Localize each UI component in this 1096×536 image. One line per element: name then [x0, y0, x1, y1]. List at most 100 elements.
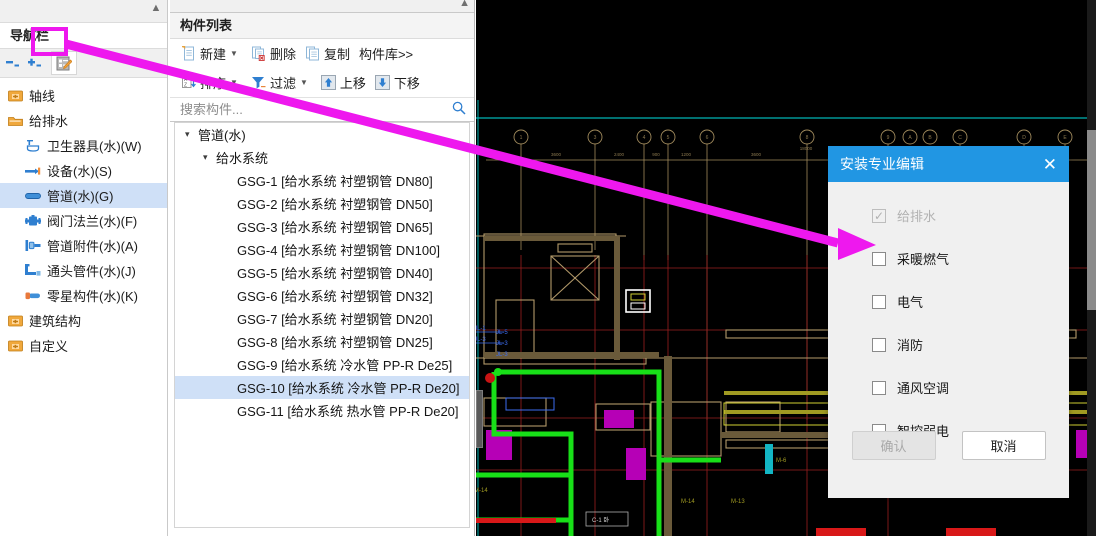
collapse-all-icon[interactable]: [4, 55, 21, 72]
install-discipline-dialog: 安装专业编辑 ✕ ✓ 给排水 采暖燃气 电气 消防 通风空调 确认 取消: [828, 146, 1069, 498]
svg-text:5: 5: [667, 135, 670, 141]
sidebar-item-misc-component[interactable]: 零星构件(水)(K): [0, 283, 167, 308]
checkbox-label: 给排水: [897, 209, 937, 224]
list-item[interactable]: GSG-9 [给水系统 冷水管 PP-R De25]: [175, 353, 469, 376]
pipe-accessory-icon: [24, 238, 42, 254]
list-item[interactable]: ▾ 给水系统: [175, 146, 469, 169]
list-item[interactable]: GSG-8 [给水系统 衬塑钢管 DN25]: [175, 330, 469, 353]
filter-label: 过滤: [269, 76, 296, 91]
list-item[interactable]: ▾ 管道(水): [175, 123, 469, 146]
checkbox-electrical[interactable]: [872, 294, 886, 309]
chevron-down-icon[interactable]: ▼: [230, 78, 238, 87]
component-toolbar-row-2: AZ 排序 ▼ 过滤 ▼ 上移 下移: [170, 68, 474, 97]
expand-all-icon[interactable]: [26, 55, 43, 72]
svg-text:JL-1: JL-1: [476, 326, 486, 332]
checkbox-row-plumbing[interactable]: ✓ 给排水: [872, 204, 1069, 227]
move-up-button[interactable]: 上移: [318, 71, 369, 94]
document-edit-icon[interactable]: [51, 51, 77, 75]
component-list-panel: ▲ 构件列表 新建 ▼ 删除 复制 构件库>> A Z 排序 ▼ 过滤 ▼ 上移…: [170, 0, 475, 536]
svg-text:6: 6: [706, 135, 709, 141]
chevron-expanded-icon[interactable]: ▾: [203, 152, 214, 163]
list-item[interactable]: GSG-6 [给水系统 衬塑钢管 DN32]: [175, 284, 469, 307]
folder-collapsed-icon: [6, 338, 24, 354]
sort-button[interactable]: AZ 排序 ▼: [178, 71, 245, 94]
list-item[interactable]: GSG-11 [给水系统 热水管 PP-R De20]: [175, 399, 469, 422]
dialog-button-bar: 确认 取消: [828, 431, 1069, 460]
list-item[interactable]: GSG-4 [给水系统 衬塑钢管 DN100]: [175, 238, 469, 261]
list-item[interactable]: GSG-1 [给水系统 衬塑钢管 DN80]: [175, 169, 469, 192]
delete-component-button[interactable]: 删除: [248, 42, 299, 65]
copy-file-icon: [305, 46, 321, 62]
list-item-selected[interactable]: GSG-10 [给水系统 冷水管 PP-R De20]: [175, 376, 469, 399]
sidebar-item-axis[interactable]: 轴线: [0, 83, 167, 108]
sidebar-item-pipe-accessory[interactable]: 管道附件(水)(A): [0, 233, 167, 258]
collapse-caret-icon[interactable]: ▲: [459, 0, 470, 9]
sidebar-item-pipe-fitting[interactable]: 通头管件(水)(J): [0, 258, 167, 283]
checkbox-row-electrical[interactable]: 电气: [872, 290, 1069, 313]
checkbox-plumbing: ✓: [872, 208, 886, 223]
svg-text:3600: 3600: [551, 152, 562, 157]
svg-text:M-6: M-6: [776, 458, 787, 464]
check-icon: ✓: [873, 208, 885, 223]
svg-text:3: 3: [594, 135, 597, 141]
copy-component-button[interactable]: 复制: [302, 42, 353, 65]
confirm-button[interactable]: 确认: [851, 431, 936, 460]
svg-text:3600: 3600: [751, 152, 762, 157]
chevron-expanded-icon[interactable]: ▾: [185, 129, 196, 140]
cancel-button[interactable]: 取消: [961, 431, 1046, 460]
search-input[interactable]: [178, 101, 452, 118]
search-icon[interactable]: [452, 101, 466, 118]
delete-file-icon: [251, 46, 267, 62]
sidebar-item-label: 零星构件(水)(K): [47, 289, 138, 304]
sidebar-item-plumbing[interactable]: 给排水: [0, 108, 167, 133]
checkbox-fire-protection[interactable]: [872, 337, 886, 352]
checkbox-row-heating-gas[interactable]: 采暖燃气: [872, 247, 1069, 270]
move-up-label: 上移: [339, 76, 366, 91]
component-tree[interactable]: ▾ 管道(水) ▾ 给水系统 GSG-1 [给水系统 衬塑钢管 DN80] GS…: [174, 122, 470, 528]
navigation-tree: 轴线 给排水 卫生器具(水)(W) 设备(水)(S) 管道(水)(G) 阀门法兰…: [0, 78, 167, 358]
new-file-icon: [181, 46, 197, 62]
list-item[interactable]: GSG-2 [给水系统 衬塑钢管 DN50]: [175, 192, 469, 215]
move-down-button[interactable]: 下移: [372, 71, 423, 94]
checkbox-label: 消防: [897, 338, 924, 353]
folder-collapsed-icon: [6, 313, 24, 329]
list-item[interactable]: GSG-7 [给水系统 衬塑钢管 DN20]: [175, 307, 469, 330]
component-library-button[interactable]: 构件库>>: [356, 42, 416, 65]
checkbox-heating-gas[interactable]: [872, 251, 886, 266]
sidebar-item-label: 自定义: [29, 339, 69, 354]
search-bar: [170, 97, 474, 122]
cad-vertical-scrollbar[interactable]: [1087, 0, 1096, 536]
checkbox-row-fire-protection[interactable]: 消防: [872, 333, 1069, 356]
panel-resize-handle[interactable]: [476, 390, 483, 448]
list-item-label: 给水系统: [216, 151, 269, 166]
chevron-down-icon[interactable]: ▼: [230, 49, 238, 58]
component-list-title: 构件列表: [170, 13, 474, 39]
checkbox-row-hvac[interactable]: 通风空调: [872, 376, 1069, 399]
filter-icon: [251, 75, 267, 91]
list-item-label: GSG-10 [给水系统 冷水管 PP-R De20]: [237, 381, 460, 396]
list-item[interactable]: GSG-5 [给水系统 衬塑钢管 DN40]: [175, 261, 469, 284]
list-item-label: GSG-4 [给水系统 衬塑钢管 DN100]: [237, 243, 440, 258]
sidebar-item-label: 轴线: [29, 89, 56, 104]
svg-text:JL-5: JL-5: [496, 330, 508, 336]
list-item[interactable]: GSG-3 [给水系统 衬塑钢管 DN65]: [175, 215, 469, 238]
sidebar-item-label: 建筑结构: [29, 314, 82, 329]
collapse-caret-icon[interactable]: ▲: [149, 1, 163, 15]
checkbox-hvac[interactable]: [872, 380, 886, 395]
sidebar-item-custom[interactable]: 自定义: [0, 333, 167, 358]
sidebar-item-valve-flange[interactable]: 阀门法兰(水)(F): [0, 208, 167, 233]
application-window: 134 568 9AB CDE 36002400900 120036003600…: [0, 0, 1096, 536]
sidebar-item-pipe[interactable]: 管道(水)(G): [0, 183, 167, 208]
sidebar-item-equipment[interactable]: 设备(水)(S): [0, 158, 167, 183]
svg-text:2400: 2400: [614, 152, 625, 157]
filter-button[interactable]: 过滤 ▼: [248, 71, 315, 94]
new-component-button[interactable]: 新建 ▼: [178, 42, 245, 65]
cad-scrollbar-thumb[interactable]: [1087, 130, 1096, 310]
sidebar-item-building-structure[interactable]: 建筑结构: [0, 308, 167, 333]
chevron-down-icon[interactable]: ▼: [300, 78, 308, 87]
sidebar-item-sanitary-fixture[interactable]: 卫生器具(水)(W): [0, 133, 167, 158]
svg-text:M-14: M-14: [476, 488, 488, 494]
list-item-label: GSG-7 [给水系统 衬塑钢管 DN20]: [237, 312, 433, 327]
close-icon[interactable]: ✕: [1043, 156, 1057, 173]
svg-text:4: 4: [643, 135, 646, 141]
